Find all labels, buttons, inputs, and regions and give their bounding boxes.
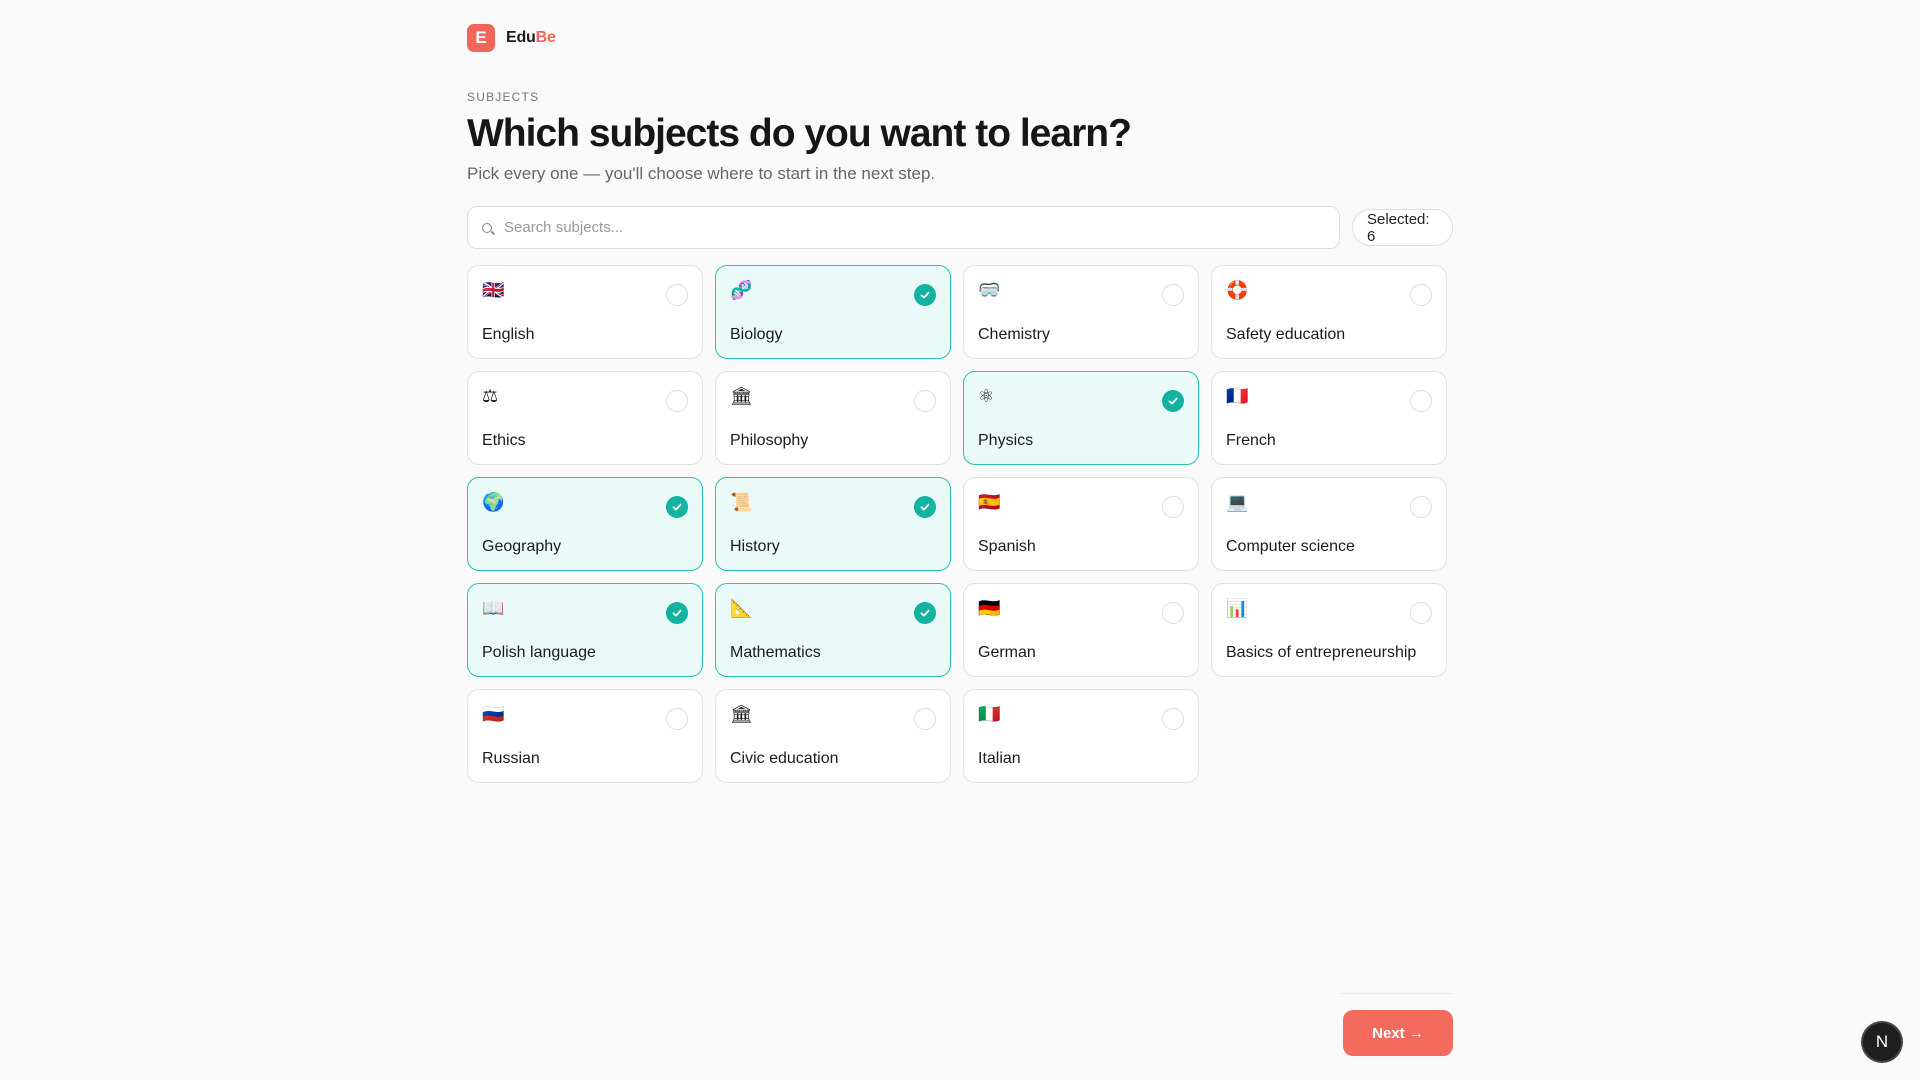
subject-grid: 🇬🇧 English 🧬 Biology 🥽 Chemistry 🛟 Safety educa… bbox=[467, 265, 1453, 783]
radio-circle-icon[interactable] bbox=[1410, 496, 1432, 518]
checkmark-icon[interactable] bbox=[914, 496, 936, 518]
radio-circle-icon[interactable] bbox=[666, 284, 688, 306]
france-flag-icon: 🇫🇷 bbox=[1226, 386, 1249, 407]
germany-flag-icon: 🇩🇪 bbox=[978, 598, 1001, 619]
radio-circle-icon[interactable] bbox=[1162, 284, 1184, 306]
selected-count-badge: Selected: 6 bbox=[1352, 209, 1453, 246]
subject-label: Polish language bbox=[482, 644, 596, 661]
atom-icon: ⚛ bbox=[978, 386, 995, 407]
subject-card[interactable]: 🥽 Chemistry bbox=[963, 265, 1199, 359]
subject-card[interactable]: 📖 Polish language bbox=[467, 583, 703, 677]
radio-circle-icon[interactable] bbox=[1410, 284, 1432, 306]
radio-circle-icon[interactable] bbox=[1410, 602, 1432, 624]
subject-label: Safety education bbox=[1226, 326, 1346, 343]
subject-card[interactable]: 🇩🇪 German bbox=[963, 583, 1199, 677]
subject-card[interactable]: 🇫🇷 French bbox=[1211, 371, 1447, 465]
checkmark-icon[interactable] bbox=[914, 602, 936, 624]
search-box[interactable] bbox=[467, 206, 1340, 249]
subject-label: History bbox=[730, 538, 780, 555]
logo-icon: E bbox=[467, 24, 495, 52]
dev-tools-badge[interactable]: N bbox=[1863, 1023, 1901, 1061]
subject-card[interactable]: 🛟 Safety education bbox=[1211, 265, 1447, 359]
subject-card[interactable]: 📊 Basics of entrepreneurship bbox=[1211, 583, 1447, 677]
subject-label: Biology bbox=[730, 326, 783, 343]
russia-flag-icon: 🇷🇺 bbox=[482, 704, 505, 725]
search-icon bbox=[482, 222, 492, 233]
bar-chart-icon: 📊 bbox=[1226, 598, 1249, 619]
subject-card[interactable]: 🇷🇺 Russian bbox=[467, 689, 703, 783]
subject-label: Ethics bbox=[482, 432, 526, 449]
subject-card[interactable]: ⚖ Ethics bbox=[467, 371, 703, 465]
radio-circle-icon[interactable] bbox=[1410, 390, 1432, 412]
brand-name-main: Edu bbox=[506, 29, 536, 46]
subject-label: Basics of entrepreneurship bbox=[1226, 644, 1417, 661]
open-book-icon: 📖 bbox=[482, 598, 505, 619]
subject-label: German bbox=[978, 644, 1036, 661]
radio-circle-icon[interactable] bbox=[1162, 708, 1184, 730]
radio-circle-icon[interactable] bbox=[666, 708, 688, 730]
subject-label: French bbox=[1226, 432, 1276, 449]
subject-card[interactable]: 🇮🇹 Italian bbox=[963, 689, 1199, 783]
subject-card[interactable]: 🇬🇧 English bbox=[467, 265, 703, 359]
footer-divider bbox=[1340, 993, 1453, 994]
subject-label: Italian bbox=[978, 750, 1021, 767]
classical-building-icon: 🏛 bbox=[730, 704, 753, 725]
dna-icon: 🧬 bbox=[730, 280, 753, 301]
radio-circle-icon[interactable] bbox=[1162, 602, 1184, 624]
uk-flag-icon: 🇬🇧 bbox=[482, 280, 505, 301]
subject-label: Spanish bbox=[978, 538, 1036, 555]
radio-circle-icon[interactable] bbox=[666, 390, 688, 412]
subject-label: Computer science bbox=[1226, 538, 1355, 555]
subject-card[interactable]: 🧬 Biology bbox=[715, 265, 951, 359]
brand-name: EduBe bbox=[506, 29, 556, 47]
subject-label: Chemistry bbox=[978, 326, 1051, 343]
subject-card[interactable]: 📐 Mathematics bbox=[715, 583, 951, 677]
brand-name-accent: Be bbox=[535, 29, 556, 46]
subject-label: Geography bbox=[482, 538, 562, 555]
radio-circle-icon[interactable] bbox=[914, 708, 936, 730]
laptop-icon: 💻 bbox=[1226, 492, 1249, 513]
triangle-ruler-icon: 📐 bbox=[730, 598, 753, 619]
subject-card[interactable]: 🏛 Civic education bbox=[715, 689, 951, 783]
classical-building-icon: 🏛 bbox=[730, 386, 753, 407]
subject-card[interactable]: 🏛 Philosophy bbox=[715, 371, 951, 465]
next-button[interactable]: Next → bbox=[1343, 1010, 1453, 1056]
subject-label: Russian bbox=[482, 750, 540, 767]
radio-circle-icon[interactable] bbox=[914, 390, 936, 412]
subject-card[interactable]: 💻 Computer science bbox=[1211, 477, 1447, 571]
subject-label: English bbox=[482, 326, 535, 343]
section-eyebrow: SUBJECTS bbox=[467, 90, 540, 104]
scroll-icon: 📜 bbox=[730, 492, 753, 513]
search-input[interactable] bbox=[504, 219, 1339, 236]
spain-flag-icon: 🇪🇸 bbox=[978, 492, 1001, 513]
brand[interactable]: E EduBe bbox=[467, 24, 1453, 52]
italy-flag-icon: 🇮🇹 bbox=[978, 704, 1001, 725]
search-row: Selected: 6 bbox=[467, 206, 1453, 249]
subject-card[interactable]: 🇪🇸 Spanish bbox=[963, 477, 1199, 571]
checkmark-icon[interactable] bbox=[1162, 390, 1184, 412]
page-subtitle: Pick every one — you'll choose where to … bbox=[467, 164, 936, 183]
subject-card[interactable]: ⚛ Physics bbox=[963, 371, 1199, 465]
lifebuoy-icon: 🛟 bbox=[1226, 280, 1249, 301]
page-title: Which subjects do you want to learn? bbox=[467, 112, 1132, 155]
globe-icon: 🌍 bbox=[482, 492, 505, 513]
subject-label: Civic education bbox=[730, 750, 839, 767]
subject-label: Philosophy bbox=[730, 432, 809, 449]
goggles-icon: 🥽 bbox=[978, 280, 1001, 301]
subject-label: Physics bbox=[978, 432, 1034, 449]
scales-icon: ⚖ bbox=[482, 386, 499, 407]
subject-label: Mathematics bbox=[730, 644, 821, 661]
radio-circle-icon[interactable] bbox=[1162, 496, 1184, 518]
onboarding-container: E EduBe SUBJECTS Which subjects do you w… bbox=[467, 24, 1453, 783]
checkmark-icon[interactable] bbox=[914, 284, 936, 306]
checkmark-icon[interactable] bbox=[666, 496, 688, 518]
checkmark-icon[interactable] bbox=[666, 602, 688, 624]
subject-card[interactable]: 📜 History bbox=[715, 477, 951, 571]
subject-card[interactable]: 🌍 Geography bbox=[467, 477, 703, 571]
